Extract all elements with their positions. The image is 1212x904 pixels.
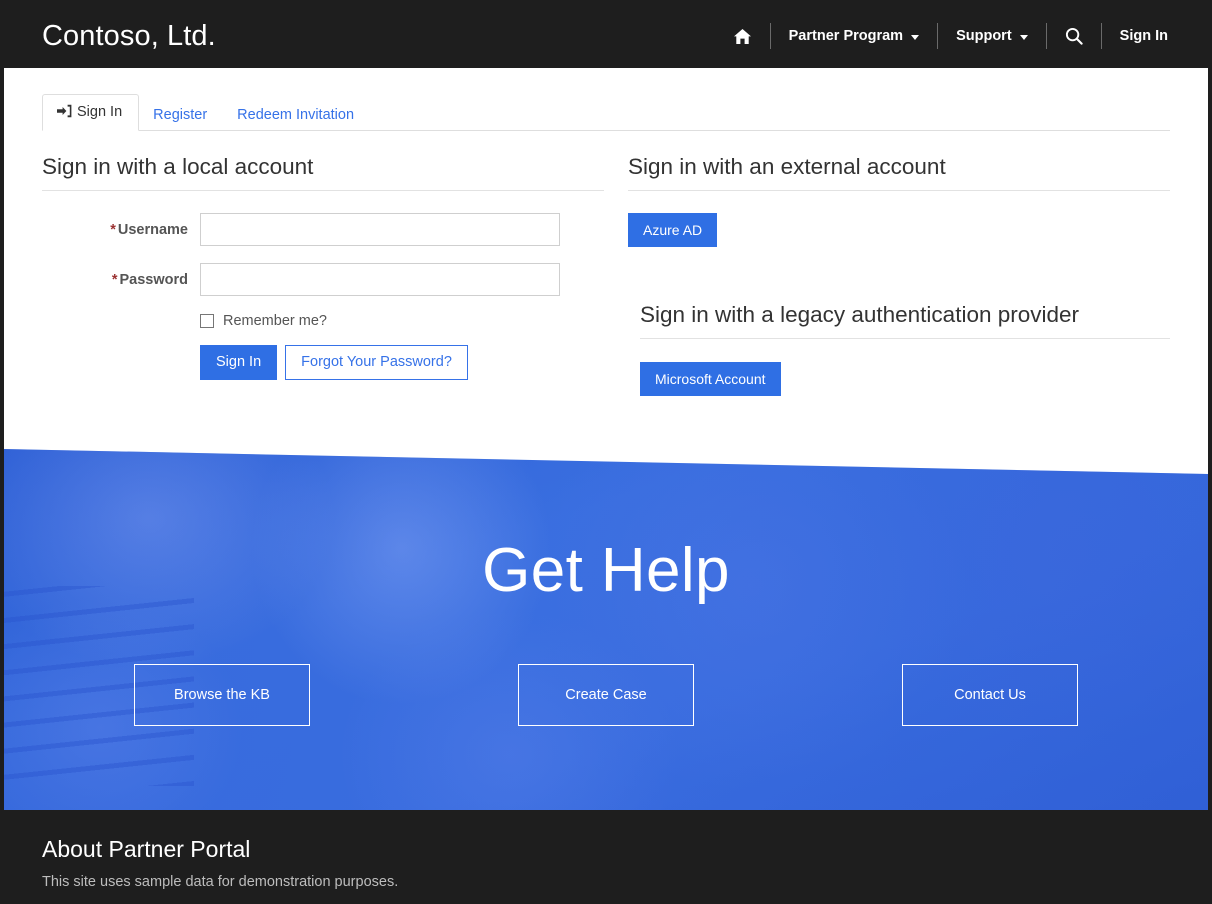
remember-me-label: Remember me?: [223, 313, 327, 330]
forgot-password-button[interactable]: Forgot Your Password?: [285, 345, 468, 380]
browse-the-kb-button[interactable]: Browse the KB: [134, 664, 310, 726]
remember-me-row: Remember me?: [200, 313, 604, 329]
nav-signin-link[interactable]: Sign In: [1102, 4, 1186, 68]
password-label: * Password: [42, 272, 200, 288]
local-signin-form: * Username * Password Remember me? Sign …: [42, 213, 604, 380]
top-navigation-bar: Contoso, Ltd. Partner Program Support Si…: [4, 4, 1208, 68]
sign-in-icon: [57, 104, 72, 122]
nav-partner-program[interactable]: Partner Program: [771, 4, 937, 68]
hero-title: Get Help: [482, 536, 730, 605]
hero-content: Get Help Browse the KB Create Case Conta…: [4, 436, 1208, 810]
search-icon: [1065, 27, 1083, 45]
external-account-heading: Sign in with an external account: [628, 153, 1170, 192]
tab-sign-in[interactable]: Sign In: [42, 93, 140, 131]
page-footer: About Partner Portal This site uses samp…: [4, 810, 1208, 900]
nav-support[interactable]: Support: [938, 4, 1046, 68]
required-marker: *: [111, 271, 118, 288]
password-input[interactable]: [200, 263, 560, 297]
chevron-down-icon: [911, 35, 920, 40]
microsoft-account-button[interactable]: Microsoft Account: [640, 362, 781, 397]
remember-me-checkbox[interactable]: [200, 314, 214, 329]
nav-partner-program-label: Partner Program: [788, 28, 904, 44]
auth-columns: Sign in with a local account * Username *…: [4, 153, 1208, 397]
external-account-section: Sign in with an external account Azure A…: [604, 153, 1170, 397]
main-content: Sign In Register Redeem Invitation Sign …: [4, 92, 1208, 397]
tab-sign-in-label: Sign In: [77, 104, 123, 120]
local-account-section: Sign in with a local account * Username *…: [42, 153, 604, 396]
nav-search-button[interactable]: [1047, 4, 1101, 68]
password-row: * Password: [42, 263, 604, 297]
chevron-down-icon: [1019, 35, 1028, 40]
footer-text: This site uses sample data for demonstra…: [42, 873, 399, 890]
page-frame: Contoso, Ltd. Partner Program Support Si…: [4, 4, 1208, 900]
username-row: * Username: [42, 213, 604, 247]
form-actions-area: Remember me? Sign In Forgot Your Passwor…: [42, 313, 604, 380]
nav-support-label: Support: [956, 28, 1012, 44]
hero-button-group: Browse the KB Create Case Contact Us: [4, 664, 1208, 726]
sign-in-button[interactable]: Sign In: [200, 345, 278, 380]
footer-heading: About Partner Portal: [42, 836, 251, 862]
tab-redeem-invitation[interactable]: Redeem Invitation: [223, 99, 370, 132]
contact-us-button[interactable]: Contact Us: [902, 664, 1078, 726]
create-case-button[interactable]: Create Case: [518, 664, 694, 726]
required-marker: *: [110, 221, 116, 238]
nav-home-link[interactable]: [715, 4, 770, 68]
username-input[interactable]: [200, 213, 560, 247]
local-account-heading: Sign in with a local account: [42, 153, 604, 192]
legacy-providers: Microsoft Account: [640, 362, 1170, 397]
legacy-provider-section: Sign in with a legacy authentication pro…: [628, 301, 1170, 397]
home-icon: [733, 28, 752, 45]
signin-buttons: Sign In Forgot Your Password?: [200, 345, 604, 380]
nav-links: Partner Program Support Sign In: [715, 4, 1186, 68]
password-label-text: Password: [119, 271, 189, 288]
tab-register[interactable]: Register: [139, 99, 223, 132]
username-label: * Username: [42, 222, 200, 238]
brand-title[interactable]: Contoso, Ltd.: [42, 20, 216, 53]
username-label-text: Username: [117, 221, 188, 238]
azure-ad-button[interactable]: Azure AD: [628, 213, 718, 248]
legacy-provider-heading: Sign in with a legacy authentication pro…: [640, 301, 1170, 340]
auth-tabs: Sign In Register Redeem Invitation: [42, 92, 1170, 131]
external-providers: Azure AD: [628, 213, 1170, 248]
get-help-hero: Get Help Browse the KB Create Case Conta…: [4, 436, 1208, 810]
